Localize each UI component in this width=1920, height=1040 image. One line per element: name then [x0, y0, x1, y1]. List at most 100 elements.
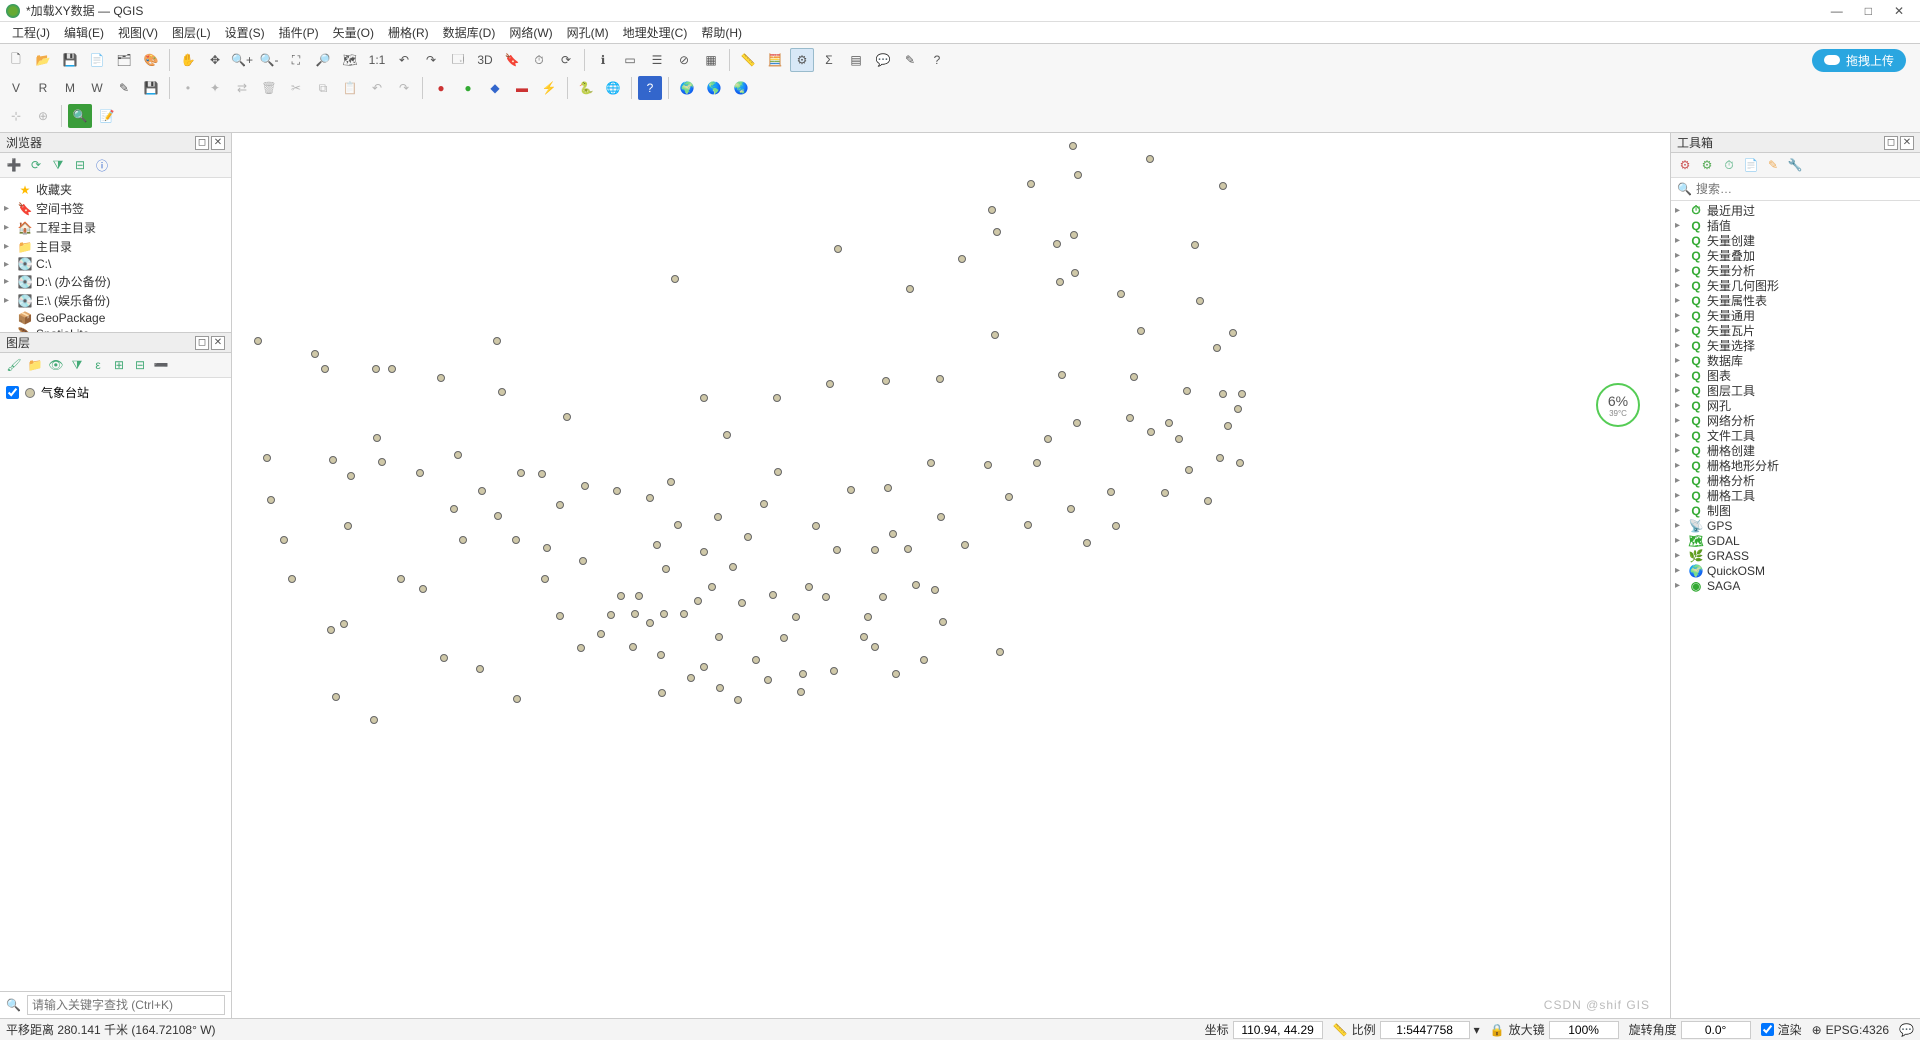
toolbox-item[interactable]: ▸Q数据库 [1671, 353, 1920, 368]
expand-icon[interactable]: ▸ [4, 241, 14, 252]
toolbox-item[interactable]: ▸Q矢量选择 [1671, 338, 1920, 353]
menu-item[interactable]: 帮助(H) [695, 22, 748, 43]
zoom-in-icon[interactable]: 🔍+ [230, 48, 254, 72]
toolbox-item[interactable]: ▸Q栅格分析 [1671, 473, 1920, 488]
toolbox-item[interactable]: ▸Q矢量叠加 [1671, 248, 1920, 263]
toolbox-search-input[interactable] [1696, 182, 1914, 196]
annotation-icon[interactable]: ✎ [898, 48, 922, 72]
expand-icon[interactable]: ▸ [1675, 235, 1685, 246]
expand-icon[interactable]: ▸ [1675, 460, 1685, 471]
expand-icon[interactable]: ▸ [1675, 445, 1685, 456]
osm-download-icon[interactable]: 🌍 [675, 76, 699, 100]
browser-item[interactable]: ★收藏夹 [0, 180, 231, 199]
toolbox-item[interactable]: ▸🌿GRASS [1671, 548, 1920, 563]
pan-selection-icon[interactable]: ✥ [203, 48, 227, 72]
table-icon[interactable]: ▤ [844, 48, 868, 72]
browser-add-icon[interactable]: ➕ [6, 157, 22, 173]
layers-add-group-icon[interactable]: 📁 [27, 357, 43, 373]
toolbox-item[interactable]: ▸Q矢量分析 [1671, 263, 1920, 278]
edit-attributes-icon[interactable]: 📝 [95, 104, 119, 128]
layers-close-icon[interactable]: ✕ [211, 336, 225, 350]
plugin-5-icon[interactable]: ⚡ [537, 76, 561, 100]
browser-item[interactable]: ▸🔖空间书签 [0, 199, 231, 218]
expand-icon[interactable]: ▸ [1675, 310, 1685, 321]
menu-item[interactable]: 数据库(D) [437, 22, 502, 43]
add-mesh-icon[interactable]: M [58, 76, 82, 100]
add-vector-icon[interactable]: V [4, 76, 28, 100]
plugin-3-icon[interactable]: ◆ [483, 76, 507, 100]
lock-icon[interactable]: 🔒 [1490, 1023, 1505, 1037]
status-rot-input[interactable] [1681, 1021, 1751, 1039]
locator-input[interactable] [27, 995, 225, 1015]
identify-icon[interactable]: ℹ [591, 48, 615, 72]
browser-item[interactable]: 📦GeoPackage [0, 310, 231, 326]
browser-item[interactable]: ▸🏠工程主目录 [0, 218, 231, 237]
toolbox-model-icon[interactable]: ⚙ [1677, 157, 1693, 173]
status-scale-input[interactable] [1380, 1021, 1470, 1039]
expand-icon[interactable]: ▸ [1675, 520, 1685, 531]
browser-close-icon[interactable]: ✕ [211, 136, 225, 150]
globe-icon[interactable]: 🌐 [601, 76, 625, 100]
expand-icon[interactable]: ▸ [1675, 430, 1685, 441]
toolbox-icon[interactable]: ⚙ [790, 48, 814, 72]
toolbox-item[interactable]: ▸Q矢量属性表 [1671, 293, 1920, 308]
toolbox-item[interactable]: ▸Q图层工具 [1671, 383, 1920, 398]
toolbox-script-icon[interactable]: ⚙ [1699, 157, 1715, 173]
attributes-table-icon[interactable]: ▦ [699, 48, 723, 72]
browser-item[interactable]: ▸💽E:\ (娱乐备份) [0, 291, 231, 310]
stats-icon[interactable]: Σ [817, 48, 841, 72]
toolbox-item[interactable]: ▸Q网络分析 [1671, 413, 1920, 428]
toolbox-item[interactable]: ▸Q制图 [1671, 503, 1920, 518]
expand-icon[interactable]: ▸ [4, 259, 14, 270]
status-mag-input[interactable] [1549, 1021, 1619, 1039]
layers-filter-icon[interactable]: ⧩ [69, 357, 85, 373]
expand-icon[interactable]: ▸ [1675, 400, 1685, 411]
log-icon[interactable]: 💬 [1899, 1023, 1914, 1037]
browser-tree[interactable]: ★收藏夹▸🔖空间书签▸🏠工程主目录▸📁主目录▸💽C:\▸💽D:\ (办公备份)▸… [0, 178, 231, 333]
browser-item[interactable]: ▸💽D:\ (办公备份) [0, 272, 231, 291]
window-close[interactable]: ✕ [1894, 4, 1904, 18]
toolbox-item[interactable]: ▸Q插值 [1671, 218, 1920, 233]
expand-icon[interactable]: ▸ [4, 203, 14, 214]
osm-settings-icon[interactable]: 🌏 [729, 76, 753, 100]
layers-collapse-icon[interactable]: ⊟ [132, 357, 148, 373]
zoom-selection-icon[interactable]: 🔎 [311, 48, 335, 72]
upload-pill[interactable]: 拖拽上传 [1812, 49, 1906, 72]
select-feature-icon[interactable]: ▭ [618, 48, 642, 72]
browser-filter-icon[interactable]: ⧩ [50, 157, 66, 173]
toolbox-tree[interactable]: ▸⏱最近用过▸Q插值▸Q矢量创建▸Q矢量叠加▸Q矢量分析▸Q矢量几何图形▸Q矢量… [1671, 201, 1920, 1018]
menu-item[interactable]: 图层(L) [166, 22, 217, 43]
status-coord-input[interactable] [1233, 1021, 1323, 1039]
layer-visibility-checkbox[interactable] [6, 386, 19, 399]
style-manager-icon[interactable]: 🎨 [139, 48, 163, 72]
field-calc-icon[interactable]: 🧮 [763, 48, 787, 72]
window-maximize[interactable]: □ [1865, 4, 1872, 18]
layers-remove-icon[interactable]: ➖ [153, 357, 169, 373]
zoom-full-icon[interactable]: ⛶ [284, 48, 308, 72]
new-print-layout-icon[interactable]: 📄 [85, 48, 109, 72]
new-map-view-icon[interactable]: 🗔 [446, 48, 470, 72]
toolbox-item[interactable]: ▸⏱最近用过 [1671, 203, 1920, 218]
menu-item[interactable]: 矢量(O) [327, 22, 380, 43]
menu-item[interactable]: 编辑(E) [58, 22, 110, 43]
save-project-icon[interactable]: 💾 [58, 48, 82, 72]
expand-icon[interactable]: ▸ [1675, 340, 1685, 351]
layers-visibility-icon[interactable]: 👁 [48, 357, 64, 373]
toolbox-edit-icon[interactable]: ✎ [1765, 157, 1781, 173]
expand-icon[interactable]: ▸ [1675, 385, 1685, 396]
toolbox-undock-icon[interactable]: ◻ [1884, 136, 1898, 150]
browser-item[interactable]: 🪶SpatiaLite [0, 326, 231, 333]
expand-icon[interactable]: ▸ [1675, 535, 1685, 546]
measure-icon[interactable]: 📏 [736, 48, 760, 72]
plugin-4-icon[interactable]: ▬ [510, 76, 534, 100]
expand-icon[interactable]: ▸ [1675, 280, 1685, 291]
new-3d-view-icon[interactable]: 3D [473, 48, 497, 72]
toolbox-close-icon[interactable]: ✕ [1900, 136, 1914, 150]
expand-icon[interactable]: ▸ [1675, 415, 1685, 426]
toolbox-item[interactable]: ▸Q网孔 [1671, 398, 1920, 413]
expand-icon[interactable]: ▸ [1675, 370, 1685, 381]
open-project-icon[interactable]: 📂 [31, 48, 55, 72]
toolbox-options-icon[interactable]: 🔧 [1787, 157, 1803, 173]
expand-icon[interactable]: ▸ [4, 295, 14, 306]
locate-icon[interactable]: 🔍 [68, 104, 92, 128]
